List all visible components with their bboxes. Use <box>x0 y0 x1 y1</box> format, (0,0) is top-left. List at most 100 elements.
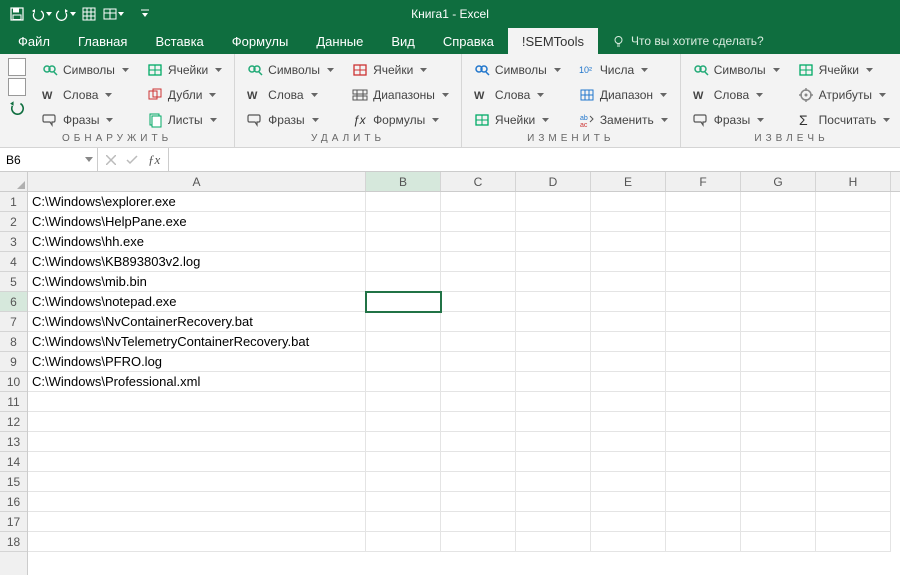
cell-G2[interactable] <box>741 212 816 232</box>
cell-F16[interactable] <box>666 492 741 512</box>
tab-formulas[interactable]: Формулы <box>218 28 303 54</box>
chevron-down-icon[interactable] <box>85 157 93 162</box>
cell-G15[interactable] <box>741 472 816 492</box>
enter-icon[interactable] <box>126 155 138 165</box>
cell-H9[interactable] <box>816 352 891 372</box>
ribbon-btn-cells-del[interactable]: Ячейки <box>348 58 453 81</box>
cell-F12[interactable] <box>666 412 741 432</box>
undo-button-ribbon[interactable] <box>8 98 26 116</box>
cell-G1[interactable] <box>741 192 816 212</box>
cell-C15[interactable] <box>441 472 516 492</box>
cell-A8[interactable]: C:\Windows\NvTelemetryContainerRecovery.… <box>28 332 366 352</box>
cell-C16[interactable] <box>441 492 516 512</box>
row-header-16[interactable]: 16 <box>0 492 27 512</box>
cell-C3[interactable] <box>441 232 516 252</box>
cell-A7[interactable]: C:\Windows\NvContainerRecovery.bat <box>28 312 366 332</box>
cell-H17[interactable] <box>816 512 891 532</box>
cell-A14[interactable] <box>28 452 366 472</box>
cell-A11[interactable] <box>28 392 366 412</box>
cell-C8[interactable] <box>441 332 516 352</box>
column-header-F[interactable]: F <box>666 172 741 191</box>
tab-insert[interactable]: Вставка <box>141 28 217 54</box>
cell-E15[interactable] <box>591 472 666 492</box>
cell-C9[interactable] <box>441 352 516 372</box>
cell-B2[interactable] <box>366 212 441 232</box>
cell-H16[interactable] <box>816 492 891 512</box>
column-header-H[interactable]: H <box>816 172 891 191</box>
cell-C1[interactable] <box>441 192 516 212</box>
cell-B5[interactable] <box>366 272 441 292</box>
cell-B13[interactable] <box>366 432 441 452</box>
cell-F18[interactable] <box>666 532 741 552</box>
ribbon-btn-ranges[interactable]: Диапазоны <box>348 83 453 106</box>
cell-B7[interactable] <box>366 312 441 332</box>
row-header-7[interactable]: 7 <box>0 312 27 332</box>
cell-H7[interactable] <box>816 312 891 332</box>
save-button[interactable] <box>6 3 28 25</box>
cell-D14[interactable] <box>516 452 591 472</box>
cell-H12[interactable] <box>816 412 891 432</box>
ribbon-btn-symbols-del[interactable]: Символы <box>243 58 338 81</box>
row-header-8[interactable]: 8 <box>0 332 27 352</box>
cell-G10[interactable] <box>741 372 816 392</box>
cell-D18[interactable] <box>516 532 591 552</box>
cell-E17[interactable] <box>591 512 666 532</box>
cell-H18[interactable] <box>816 532 891 552</box>
select-all-corner[interactable] <box>0 172 28 192</box>
cell-E14[interactable] <box>591 452 666 472</box>
ribbon-btn-cells[interactable]: Ячейки <box>143 58 226 81</box>
cell-C2[interactable] <box>441 212 516 232</box>
cell-D12[interactable] <box>516 412 591 432</box>
cell-A12[interactable] <box>28 412 366 432</box>
ribbon-btn-replace[interactable]: abacЗаменить <box>575 108 672 131</box>
column-header-C[interactable]: C <box>441 172 516 191</box>
cell-C11[interactable] <box>441 392 516 412</box>
cell-E3[interactable] <box>591 232 666 252</box>
name-box-input[interactable] <box>6 153 66 167</box>
cell-D1[interactable] <box>516 192 591 212</box>
cells-area[interactable]: C:\Windows\explorer.exeC:\Windows\HelpPa… <box>28 192 900 575</box>
row-header-17[interactable]: 17 <box>0 512 27 532</box>
row-header-1[interactable]: 1 <box>0 192 27 212</box>
cell-D16[interactable] <box>516 492 591 512</box>
cell-G3[interactable] <box>741 232 816 252</box>
cell-E8[interactable] <box>591 332 666 352</box>
cell-F5[interactable] <box>666 272 741 292</box>
cell-E5[interactable] <box>591 272 666 292</box>
cell-F10[interactable] <box>666 372 741 392</box>
ribbon-btn-cells-edit[interactable]: Ячейки <box>470 108 565 131</box>
cell-F4[interactable] <box>666 252 741 272</box>
cell-B18[interactable] <box>366 532 441 552</box>
cell-D17[interactable] <box>516 512 591 532</box>
cell-D7[interactable] <box>516 312 591 332</box>
cell-C4[interactable] <box>441 252 516 272</box>
cell-B6[interactable] <box>366 292 441 312</box>
cell-E4[interactable] <box>591 252 666 272</box>
cell-A10[interactable]: C:\Windows\Professional.xml <box>28 372 366 392</box>
cell-F1[interactable] <box>666 192 741 212</box>
cell-B9[interactable] <box>366 352 441 372</box>
row-header-6[interactable]: 6 <box>0 292 27 312</box>
cell-A15[interactable] <box>28 472 366 492</box>
row-header-12[interactable]: 12 <box>0 412 27 432</box>
cell-D9[interactable] <box>516 352 591 372</box>
qat-custom-button-1[interactable] <box>78 3 100 25</box>
formula-input[interactable] <box>175 153 894 167</box>
row-header-13[interactable]: 13 <box>0 432 27 452</box>
cell-E6[interactable] <box>591 292 666 312</box>
fx-icon[interactable]: ƒx <box>148 152 160 168</box>
cell-H8[interactable] <box>816 332 891 352</box>
tab-semtools[interactable]: !SEMTools <box>508 28 598 54</box>
cell-B15[interactable] <box>366 472 441 492</box>
qat-customize-button[interactable] <box>134 3 156 25</box>
ribbon-btn-words[interactable]: WСлова <box>38 83 133 106</box>
cell-D15[interactable] <box>516 472 591 492</box>
cell-E9[interactable] <box>591 352 666 372</box>
row-header-9[interactable]: 9 <box>0 352 27 372</box>
cell-E12[interactable] <box>591 412 666 432</box>
cell-E18[interactable] <box>591 532 666 552</box>
cell-G12[interactable] <box>741 412 816 432</box>
cell-F2[interactable] <box>666 212 741 232</box>
cell-E13[interactable] <box>591 432 666 452</box>
cell-D10[interactable] <box>516 372 591 392</box>
